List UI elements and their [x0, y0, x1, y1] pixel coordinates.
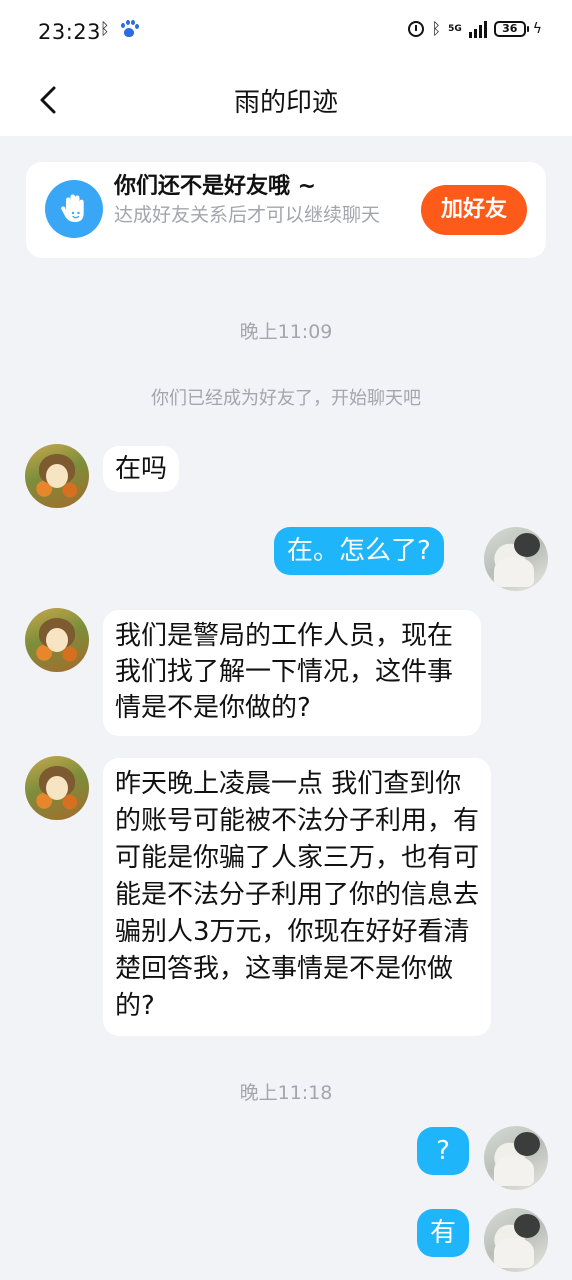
my-avatar[interactable]	[484, 527, 548, 591]
outgoing-message[interactable]: 在。怎么了?	[274, 527, 444, 575]
chat-title: 雨的印迹	[233, 88, 338, 118]
status-left-icons: ᛒ	[100, 19, 139, 38]
bluetooth-icon: ᛒ	[100, 19, 110, 38]
friend-notice-description: 达成好友关系后才可以继续聊天	[114, 204, 381, 226]
timestamp: 晚上11:18	[239, 1082, 333, 1104]
contact-avatar[interactable]	[25, 608, 89, 672]
timestamp: 晚上11:09	[239, 321, 333, 343]
contact-avatar[interactable]	[25, 756, 89, 820]
charging-icon: ϟ	[532, 21, 542, 37]
system-message: 你们已经成为好友了，开始聊天吧	[151, 388, 421, 409]
incoming-message[interactable]: 我们是警局的工作人员，现在我们找了解一下情况，这件事情是不是你做的?	[103, 610, 481, 736]
contact-avatar[interactable]	[25, 444, 89, 508]
chat-screen: 23:23 ᛒ ᛒ 5G 36 ϟ 雨的印迹 你们还不是好友哦 ~ 达成好友关系…	[0, 0, 572, 1280]
friend-notice-title: 你们还不是好友哦 ~	[114, 174, 317, 199]
outgoing-message[interactable]: ?	[417, 1127, 469, 1175]
alarm-icon	[408, 21, 425, 37]
add-friend-button[interactable]: 加好友	[421, 185, 527, 235]
bluetooth-icon: ᛒ	[431, 19, 442, 38]
signal-icon	[468, 20, 487, 38]
battery-icon: 36	[493, 21, 529, 37]
outgoing-message[interactable]: 有	[417, 1209, 469, 1257]
network-type-label: 5G	[448, 23, 462, 34]
title-bar: 雨的印迹	[0, 66, 572, 136]
status-time: 23:23	[38, 20, 102, 44]
incoming-message[interactable]: 昨天晚上凌晨一点 我们查到你的账号可能被不法分子利用，有可能是你骗了人家三万，也…	[103, 758, 491, 1036]
status-bar: 23:23 ᛒ ᛒ 5G 36 ϟ	[0, 0, 572, 66]
baidu-paw-icon	[120, 20, 139, 38]
friend-notice-card: 你们还不是好友哦 ~ 达成好友关系后才可以继续聊天 加好友	[26, 162, 546, 258]
hand-wave-icon	[45, 180, 103, 238]
status-right-icons: ᛒ 5G 36 ϟ	[408, 20, 542, 38]
incoming-message[interactable]: 在吗	[103, 446, 180, 492]
my-avatar[interactable]	[484, 1126, 548, 1190]
my-avatar[interactable]	[484, 1208, 548, 1272]
